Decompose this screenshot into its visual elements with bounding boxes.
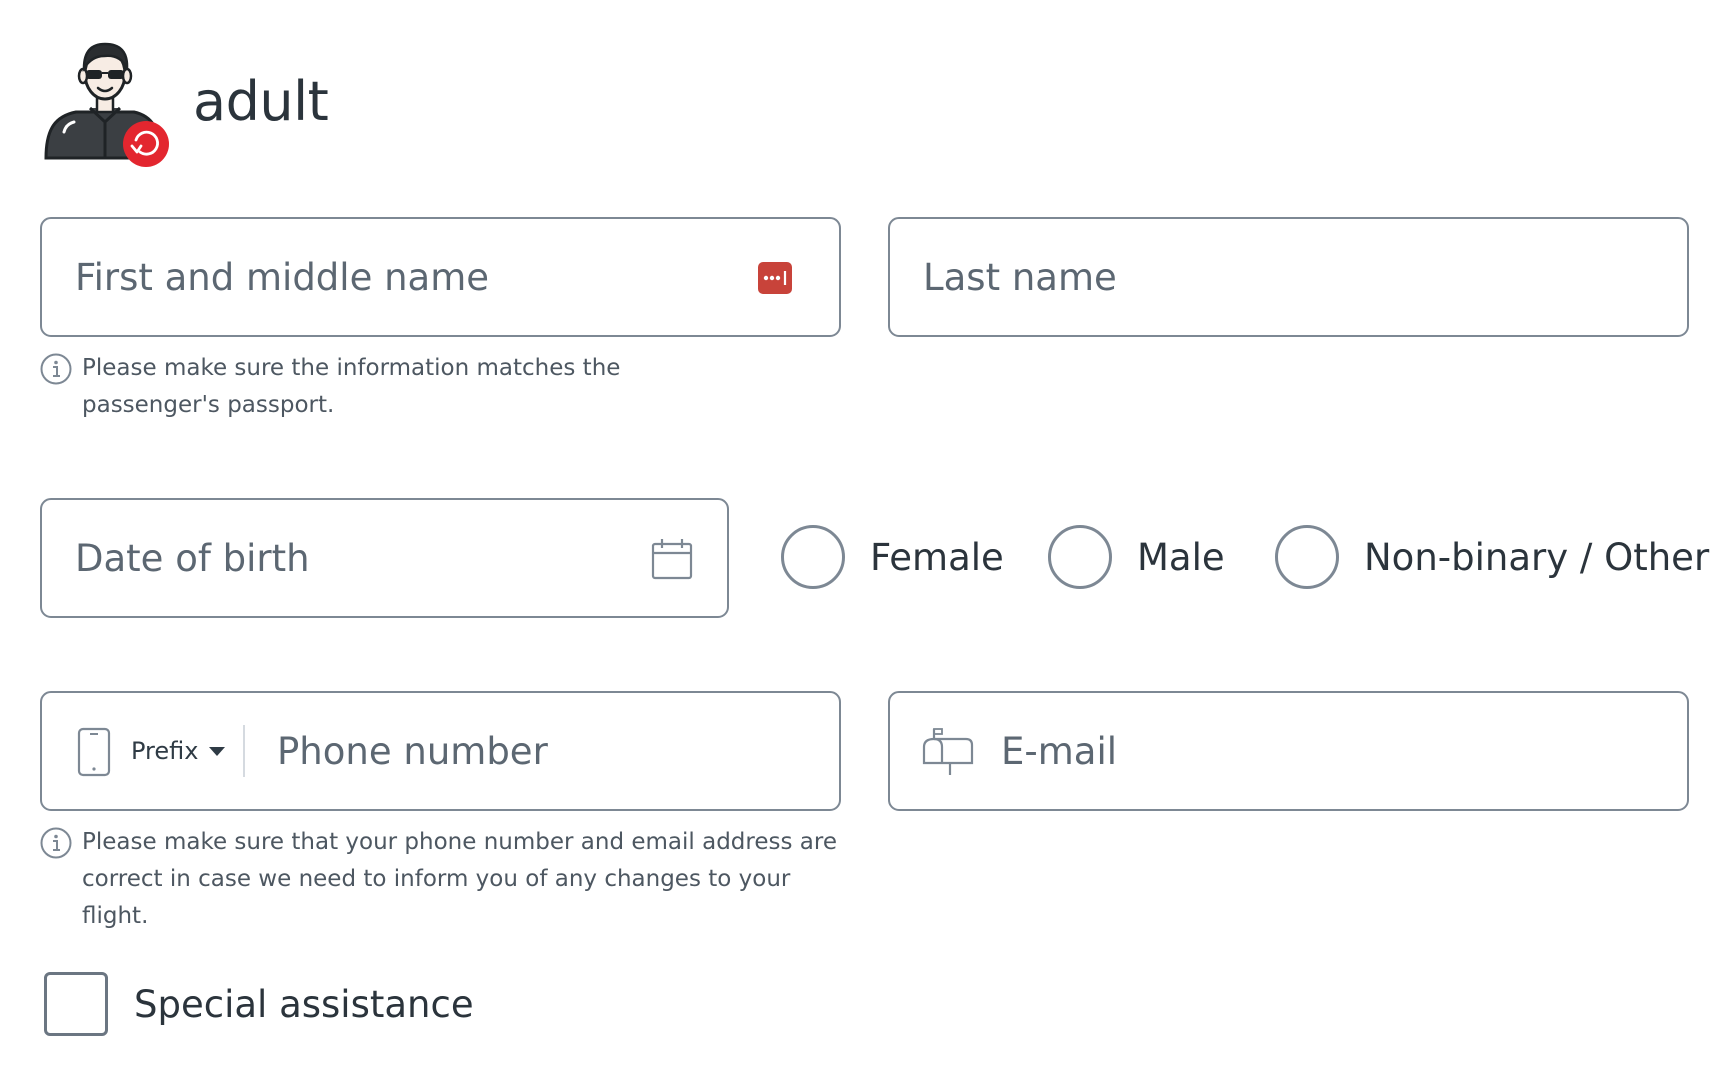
email-placeholder: E-mail (1001, 729, 1118, 773)
last-name-field[interactable]: Last name (888, 217, 1689, 337)
name-hint-text: Please make sure the information matches… (82, 355, 621, 418)
password-dots-icon[interactable] (758, 262, 792, 294)
gender-radio-other[interactable]: Non-binary / Other (1275, 523, 1709, 591)
calendar-icon[interactable] (651, 538, 693, 580)
phone-field[interactable]: Prefix Phone number (40, 691, 841, 811)
special-assistance-label: Special assistance (134, 982, 474, 1026)
radio-label: Female (870, 535, 1004, 579)
caret-down-icon (209, 747, 226, 756)
email-field[interactable]: E-mail (888, 691, 1689, 811)
date-of-birth-field[interactable]: Date of birth (40, 498, 729, 618)
prefix-label: Prefix (131, 737, 199, 765)
passenger-title: adult (193, 70, 329, 133)
name-hint: Please make sure the information matches… (40, 350, 760, 424)
radio-circle[interactable] (1275, 525, 1339, 589)
special-assistance-checkbox[interactable] (44, 972, 108, 1036)
gender-radio-female[interactable]: Female (781, 523, 1004, 591)
radio-circle[interactable] (1048, 525, 1112, 589)
radio-label: Male (1137, 535, 1225, 579)
info-icon (40, 353, 72, 385)
contact-hint: Please make sure that your phone number … (40, 824, 840, 935)
special-assistance-option[interactable]: Special assistance (44, 971, 474, 1037)
mailbox-icon (922, 728, 974, 775)
phone-number-placeholder: Phone number (277, 729, 548, 773)
passenger-form: adult First and middle name Last name Pl… (0, 0, 1721, 1076)
last-name-placeholder: Last name (923, 255, 1117, 299)
first-name-placeholder: First and middle name (75, 255, 490, 299)
gender-radio-male[interactable]: Male (1048, 523, 1225, 591)
radio-circle[interactable] (781, 525, 845, 589)
date-of-birth-placeholder: Date of birth (75, 536, 310, 580)
contact-hint-text: Please make sure that your phone number … (82, 829, 837, 929)
radio-label: Non-binary / Other (1364, 535, 1710, 579)
first-name-field[interactable]: First and middle name (40, 217, 841, 337)
mobile-phone-icon (77, 727, 111, 777)
passenger-avatar-icon (44, 42, 169, 167)
prefix-divider (243, 725, 245, 777)
info-icon (40, 827, 72, 859)
phone-prefix-dropdown[interactable]: Prefix (131, 693, 226, 809)
avatar (42, 40, 172, 170)
